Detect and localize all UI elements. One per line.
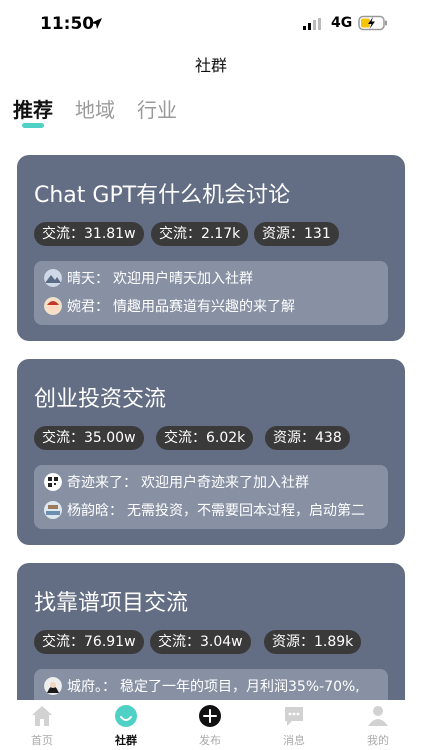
landscape-avatar: [44, 501, 62, 519]
profile-icon: [368, 706, 388, 726]
message-text: 欢迎用户奇迹来了加入社群: [141, 475, 309, 491]
stat-pill: 交流：6.02k: [156, 426, 254, 450]
message-item: 城府。： 稳定了一年的项目，月利润35%-70%,: [44, 675, 360, 697]
message-item: 婉君： 情趣用品赛道有兴趣的来了解: [44, 295, 295, 317]
nav-label: 首页: [31, 734, 53, 747]
message-sender: 晴天：: [67, 271, 109, 287]
stat-pill: 资源：1.89k: [264, 630, 362, 654]
message-sender: 城府。：: [67, 679, 116, 695]
message-icon: [285, 707, 303, 726]
nav-label: 我的: [367, 734, 389, 747]
nav-messages[interactable]: 消息: [252, 700, 336, 750]
status-bar: 11:50 4G: [0, 0, 422, 48]
message-item: 晴天： 欢迎用户晴天加入社群: [44, 267, 253, 289]
stat-pill: 交流：2.17k: [151, 222, 249, 246]
nav-label: 消息: [283, 734, 305, 747]
status-time: 11:50: [40, 14, 95, 34]
message-text: 欢迎用户晴天加入社群: [113, 271, 253, 287]
stat-pill: 交流：35.00w: [34, 426, 144, 450]
message-text: 无需投资，不需要回本过程，启动第二: [127, 503, 365, 519]
location-arrow-icon: [91, 18, 102, 29]
card-title: Chat GPT有什么机会讨论: [34, 183, 291, 208]
community-card[interactable]: Chat GPT有什么机会讨论 交流：31.81w 交流：2.17k 资源：13…: [17, 155, 405, 341]
community-feed[interactable]: Chat GPT有什么机会讨论 交流：31.81w 交流：2.17k 资源：13…: [0, 140, 422, 700]
nav-label: 发布: [199, 734, 221, 747]
message-item: 杨韵晗： 无需投资，不需要回本过程，启动第二: [44, 499, 365, 521]
mountain-avatar: [44, 269, 62, 287]
card-title: 找靠谱项目交流: [34, 591, 189, 616]
nav-publish[interactable]: 发布: [168, 700, 252, 750]
message-text: 稳定了一年的项目，月利润35%-70%,: [120, 679, 360, 695]
tab-industry[interactable]: 行业: [137, 94, 177, 123]
nav-community[interactable]: 社群: [84, 700, 168, 750]
qr-avatar: [44, 473, 62, 491]
battery-charging-icon: [358, 15, 387, 31]
stat-pill: 资源：438: [265, 426, 350, 450]
page-title: 社群: [194, 56, 227, 75]
active-tab-indicator: [22, 123, 44, 128]
network-type: 4G: [331, 15, 353, 31]
recent-messages: 奇迹来了： 欢迎用户奇迹来了加入社群 杨韵晗： 无需投资，不需要回本过程，启动第…: [34, 465, 388, 529]
message-text: 情趣用品赛道有兴趣的来了解: [113, 299, 295, 315]
cartoon-avatar: [44, 297, 62, 315]
recent-messages: 城府。： 稳定了一年的项目，月利润35%-70%,: [34, 669, 388, 700]
community-card[interactable]: 创业投资交流 交流：35.00w 交流：6.02k 资源：438 奇迹来了： 欢…: [17, 359, 405, 545]
stat-pill: 资源：131: [254, 222, 339, 246]
stat-pill: 交流：76.91w: [34, 630, 144, 654]
nav-home[interactable]: 首页: [0, 700, 84, 750]
home-icon: [32, 706, 52, 726]
community-card[interactable]: 找靠谱项目交流 交流：76.91w 交流：3.04w 资源：1.89k 城府。：…: [17, 563, 405, 700]
signal-strength-icon: [303, 18, 321, 30]
nav-profile[interactable]: 我的: [336, 700, 420, 750]
message-sender: 奇迹来了：: [67, 475, 137, 491]
tab-recommended[interactable]: 推荐: [13, 94, 53, 123]
recent-messages: 晴天： 欢迎用户晴天加入社群 婉君： 情趣用品赛道有兴趣的来了解: [34, 261, 388, 325]
card-title: 创业投资交流: [34, 387, 167, 412]
tab-region[interactable]: 地域: [75, 94, 115, 123]
publish-plus-icon: [199, 705, 221, 727]
message-sender: 杨韵晗：: [67, 503, 123, 519]
message-item: 奇迹来了： 欢迎用户奇迹来了加入社群: [44, 471, 309, 493]
portrait-avatar: [44, 677, 62, 695]
stat-pill: 交流：31.81w: [34, 222, 144, 246]
message-sender: 婉君：: [67, 299, 109, 315]
stat-pill: 交流：3.04w: [150, 630, 251, 654]
bottom-navigation: 首页 社群 发布 消息 我的: [0, 700, 422, 750]
community-icon: [115, 705, 137, 727]
nav-label: 社群: [115, 734, 137, 747]
